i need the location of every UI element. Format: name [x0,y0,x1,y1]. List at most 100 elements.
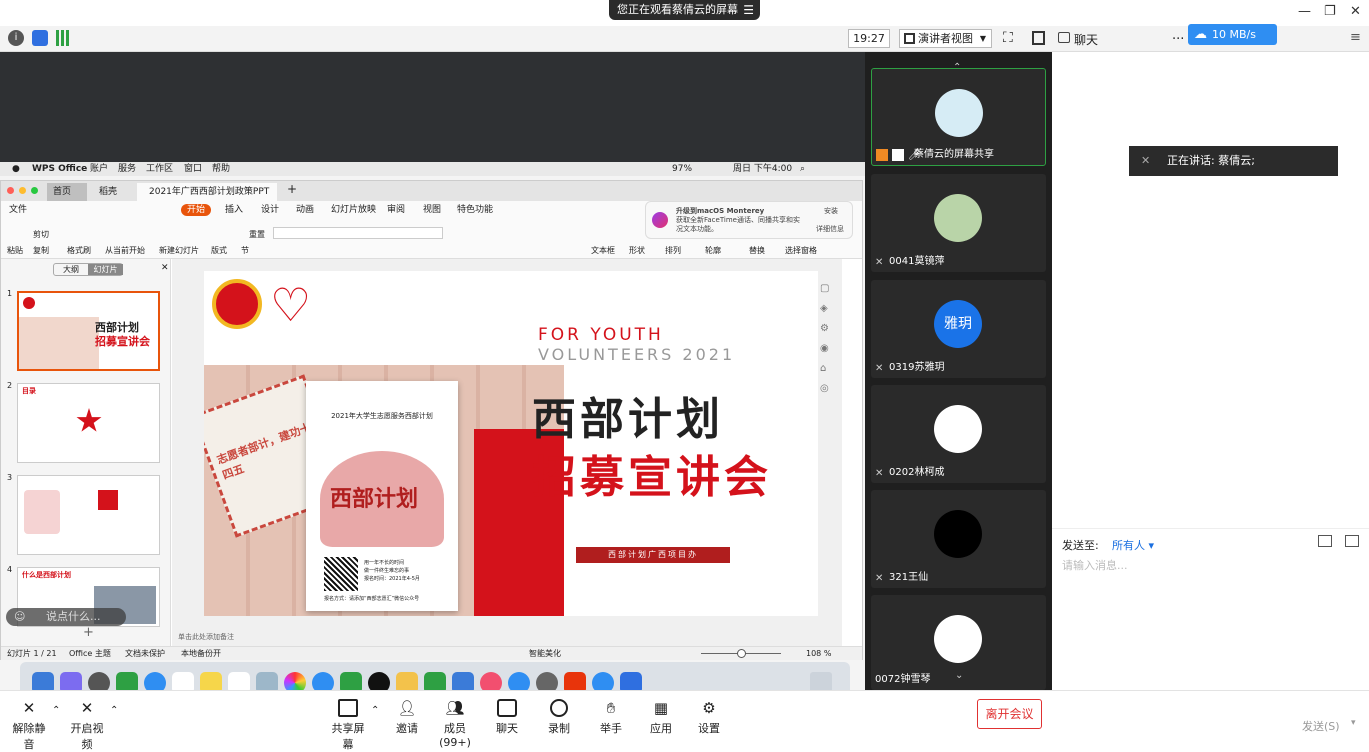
menu-animation[interactable]: 动画 [296,201,314,219]
ribbon-reset[interactable]: 重置 [249,229,265,240]
ribbon-layout[interactable]: 版式 [211,245,227,256]
current-slide[interactable]: ♡ FOR YOUTH VOLUNTEERS 2021 志愿者部计，建功十四五 … [204,271,818,616]
smart-beautify[interactable]: 智能美化 [529,647,561,661]
tool-icon[interactable]: ⌂ [820,363,826,374]
menu-features[interactable]: 特色功能 [457,201,493,219]
ribbon-format-painter[interactable]: 格式刷 [67,245,91,256]
mac-menu-item[interactable]: 窗口 [184,162,202,176]
zoom-handle[interactable] [737,649,746,658]
zoom-dot-icon[interactable] [31,187,38,194]
participant-tile[interactable]: 蔡倩云的屏幕共享 🎤︎ [871,68,1046,166]
chevron-down-icon[interactable]: ▾ [1351,718,1356,728]
ribbon-copy[interactable]: 复制 [33,245,49,256]
minimize-icon[interactable]: — [1298,4,1311,19]
tab-slides[interactable]: 幻灯片 [88,264,123,275]
app-name[interactable]: WPS Office [32,162,87,176]
tool-icon[interactable]: ◈ [820,303,828,314]
minimize-dot-icon[interactable] [19,187,26,194]
close-dot-icon[interactable] [7,187,14,194]
raise-hand-button[interactable]: ✋︎ 举手 [590,699,632,736]
notes-area[interactable]: 单击此处添加备注 [172,629,842,646]
folder-icon[interactable] [1318,535,1332,547]
send-button[interactable]: 发送(S) [1302,718,1340,734]
signal-icon[interactable] [56,30,72,46]
leave-meeting-button[interactable]: 离开会议 [977,699,1042,729]
recipient-select[interactable]: 所有人 ▾ [1112,537,1154,553]
details-button[interactable]: 详细信息 [816,224,844,234]
ribbon-new-slide[interactable]: 新建幻灯片 [159,245,199,256]
mac-menu-item[interactable]: 服务 [118,162,136,176]
participant-tile[interactable]: ✕ 0041莫镜萍 [871,174,1046,272]
close-icon[interactable]: ✕ [1350,4,1361,19]
ribbon-replace[interactable]: 替换 [749,245,765,256]
backup-status[interactable]: 本地备份开 [181,647,221,661]
restore-icon[interactable]: ❐ [1324,4,1336,19]
pane-close-icon[interactable]: ✕ [161,263,169,273]
install-button[interactable]: 安装 [824,206,838,216]
info-icon[interactable]: i [8,30,24,46]
tab-outline[interactable]: 大纲 [54,264,88,275]
menu-start[interactable]: 开始 [181,204,212,216]
protection-status[interactable]: 文档未保护 [125,647,165,661]
ribbon-paste[interactable]: 粘贴 [7,245,23,256]
participant-tile[interactable]: ✕ 0202林柯成 [871,385,1046,483]
menu-insert[interactable]: 插入 [225,201,243,219]
tab-docer[interactable]: 稻壳 [93,183,133,201]
message-input[interactable]: 请输入消息... [1062,557,1128,573]
participant-tile[interactable]: 雅玥 ✕ 0319苏雅玥 [871,280,1046,378]
sidebar-menu-icon[interactable]: ≡ [1350,30,1361,45]
ribbon-textbox[interactable]: 文本框 [591,245,615,256]
tool-icon[interactable]: ◎ [820,383,829,394]
ribbon-cut[interactable]: 剪切 [33,229,49,240]
chevron-up-icon[interactable]: ⌃ [110,705,118,716]
menu-design[interactable]: 设计 [261,201,279,219]
share-screen-button[interactable]: 共享屏幕 [327,699,369,752]
tool-icon[interactable]: ⚙ [820,323,829,334]
mac-menu-item[interactable]: 工作区 [146,162,173,176]
chevron-up-icon[interactable]: ⌃ [371,705,379,716]
mute-button[interactable]: ✕ 解除静音 [8,699,50,752]
tool-icon[interactable]: ◉ [820,343,829,354]
members-button[interactable]: 👥︎ 成员(99+) [432,699,478,749]
tab-document[interactable]: 2021年广西西部计划政策PPT [137,183,277,201]
apple-icon[interactable]: ● [12,162,20,176]
chat-button[interactable]: 聊天 [486,699,528,736]
ribbon-section[interactable]: 节 [241,245,249,256]
chevron-up-icon[interactable]: ⌃ [52,705,60,716]
mac-menu-item[interactable]: 帮助 [212,162,230,176]
slide-thumb-3[interactable] [17,475,160,555]
tool-icon[interactable]: ▢ [820,283,829,294]
settings-button[interactable]: ⚙ 设置 [688,699,730,736]
slide-thumb-2[interactable]: 目录 [17,383,160,463]
ribbon-arrange[interactable]: 排列 [665,245,681,256]
add-slide-icon[interactable]: + [83,625,94,640]
apps-button[interactable]: ▦ 应用 [640,699,682,736]
chat-input-overlay[interactable]: ☺ 说点什么... [6,608,126,626]
participant-tile[interactable]: ✕ 321王仙 [871,490,1046,588]
tab-home[interactable]: 首页 [47,183,87,201]
chevron-down-icon[interactable]: ⌄ [955,670,963,681]
search-icon[interactable]: ⌕ [800,162,805,176]
menu-slideshow[interactable]: 幻灯片放映 [331,201,376,219]
record-button[interactable]: 录制 [538,699,580,736]
new-tab-icon[interactable]: + [287,182,297,196]
menu-file[interactable]: 文件 [9,201,27,219]
ribbon-selection-pane[interactable]: 选择窗格 [785,245,817,256]
menu-review[interactable]: 审阅 [387,201,405,219]
view-selector[interactable]: 演讲者视图 ▼ [899,29,992,48]
more-icon[interactable]: ... [1172,28,1184,43]
shield-icon[interactable] [32,30,48,46]
fullscreen-icon[interactable]: ⛶ [1003,30,1013,46]
ribbon-outline[interactable]: 轮廓 [705,245,721,256]
ribbon-shape[interactable]: 形状 [629,245,645,256]
invite-button[interactable]: 👤︎ 邀请 [386,699,428,736]
layout-icon[interactable] [1032,31,1045,45]
screenshot-icon[interactable] [1345,535,1359,547]
menu-view[interactable]: 视图 [423,201,441,219]
ribbon-play-current[interactable]: 从当前开始 [105,245,145,256]
menu-icon[interactable]: ☰ [743,0,754,20]
mac-menu-item[interactable]: 账户 [90,162,108,176]
video-button[interactable]: ✕ 开启视频 [66,699,108,752]
font-select[interactable] [273,227,443,239]
update-notification[interactable]: 升级到macOS Monterey 获取全新FaceTime通话、同播共享和实况… [645,201,853,239]
